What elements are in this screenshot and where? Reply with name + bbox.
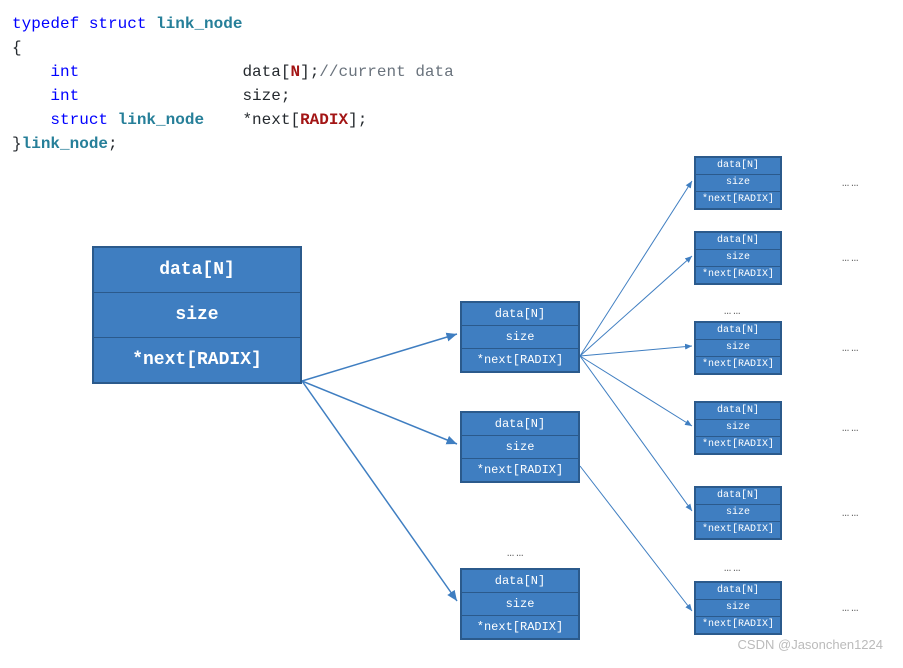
dots: ……	[842, 506, 860, 520]
comment: //current data	[319, 63, 453, 81]
cell-size: size	[696, 600, 780, 617]
cell-next: *next[RADIX]	[94, 338, 300, 382]
kw-int: int	[50, 63, 79, 81]
cell-next: *next[RADIX]	[696, 437, 780, 453]
mid-node: data[N] size *next[RADIX]	[460, 301, 580, 373]
dots: ……	[842, 341, 860, 355]
cell-size: size	[94, 293, 300, 338]
dots: ……	[507, 546, 525, 560]
small-node: data[N] size *next[RADIX]	[694, 486, 782, 540]
field-data: data	[242, 63, 280, 81]
cell-next: *next[RADIX]	[696, 357, 780, 373]
cell-data: data[N]	[462, 413, 578, 436]
cell-data: data[N]	[696, 403, 780, 420]
cell-data: data[N]	[696, 158, 780, 175]
cell-data: data[N]	[696, 488, 780, 505]
cell-size: size	[696, 250, 780, 267]
dots: ……	[842, 421, 860, 435]
dots: ……	[842, 176, 860, 190]
dots: ……	[842, 251, 860, 265]
macro-radix: RADIX	[300, 111, 348, 129]
kw-struct: struct	[89, 15, 147, 33]
cell-data: data[N]	[462, 303, 578, 326]
semi: ;	[281, 87, 291, 105]
macro-n: N	[290, 63, 300, 81]
kw-typedef: typedef	[12, 15, 79, 33]
root-node: data[N] size *next[RADIX]	[92, 246, 302, 384]
cell-data: data[N]	[696, 323, 780, 340]
cell-next: *next[RADIX]	[696, 617, 780, 633]
dots: ……	[842, 601, 860, 615]
watermark: CSDN @Jasonchen1224	[738, 637, 883, 652]
lbracket: [	[290, 111, 300, 129]
kw-int: int	[50, 87, 79, 105]
cell-size: size	[696, 505, 780, 522]
field-next: *next	[242, 111, 290, 129]
small-node: data[N] size *next[RADIX]	[694, 156, 782, 210]
cell-next: *next[RADIX]	[696, 267, 780, 283]
code-block: typedef struct link_node { int data[N];/…	[12, 12, 891, 156]
semi: ;	[310, 63, 320, 81]
rbracket: ]	[348, 111, 358, 129]
rbracket: ]	[300, 63, 310, 81]
mid-node: data[N] size *next[RADIX]	[460, 411, 580, 483]
cell-next: *next[RADIX]	[696, 192, 780, 208]
brace-open: {	[12, 39, 22, 57]
kw-struct: struct	[50, 111, 108, 129]
small-node: data[N] size *next[RADIX]	[694, 581, 782, 635]
cell-data: data[N]	[696, 233, 780, 250]
cell-size: size	[462, 326, 578, 349]
cell-size: size	[696, 175, 780, 192]
dots: ……	[724, 561, 742, 575]
cell-next: *next[RADIX]	[462, 459, 578, 481]
cell-data: data[N]	[696, 583, 780, 600]
brace-close: }	[12, 135, 22, 153]
small-node: data[N] size *next[RADIX]	[694, 321, 782, 375]
cell-next: *next[RADIX]	[462, 616, 578, 638]
cell-size: size	[696, 340, 780, 357]
mid-node: data[N] size *next[RADIX]	[460, 568, 580, 640]
cell-size: size	[462, 436, 578, 459]
cell-size: size	[462, 593, 578, 616]
type-name: link_node	[156, 15, 242, 33]
diagram: data[N] size *next[RADIX] data[N] size *…	[12, 156, 891, 656]
field-size: size	[242, 87, 280, 105]
type-name: link_node	[118, 111, 204, 129]
semi: ;	[358, 111, 368, 129]
small-node: data[N] size *next[RADIX]	[694, 401, 782, 455]
cell-size: size	[696, 420, 780, 437]
cell-next: *next[RADIX]	[462, 349, 578, 371]
dots: ……	[724, 304, 742, 318]
cell-data: data[N]	[462, 570, 578, 593]
cell-next: *next[RADIX]	[696, 522, 780, 538]
semi: ;	[108, 135, 118, 153]
cell-data: data[N]	[94, 248, 300, 293]
type-name: link_node	[22, 135, 108, 153]
small-node: data[N] size *next[RADIX]	[694, 231, 782, 285]
